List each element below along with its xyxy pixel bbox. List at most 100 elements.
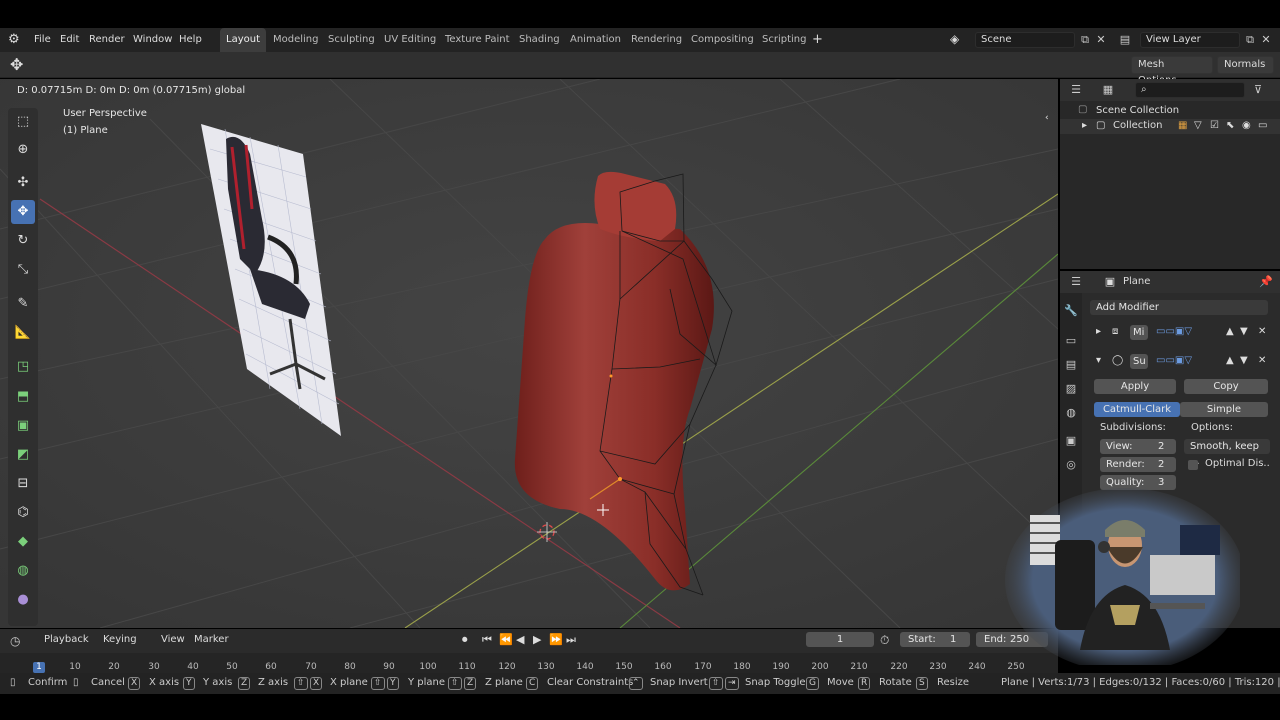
apply-button[interactable]: Apply: [1094, 379, 1176, 394]
camera-icon[interactable]: ▭: [1258, 120, 1267, 131]
loopcut-icon[interactable]: ⊟: [11, 472, 35, 496]
rewind-icon[interactable]: ⏪: [499, 633, 513, 646]
menu-window[interactable]: Window: [133, 34, 172, 45]
object-props-icon[interactable]: ▣: [1063, 433, 1079, 449]
scale-icon[interactable]: ⤡: [11, 258, 35, 282]
menu-render[interactable]: Render: [89, 34, 125, 45]
tab-texture-paint[interactable]: Texture Paint: [439, 28, 516, 52]
move-tool-icon[interactable]: ✥: [10, 55, 23, 74]
add-cube-icon[interactable]: ◳: [11, 355, 35, 379]
stopwatch-icon[interactable]: ⏱: [880, 633, 889, 648]
spin-icon[interactable]: ◍: [11, 559, 35, 583]
simple-button[interactable]: Simple: [1180, 402, 1268, 417]
select-arrow-icon[interactable]: ⬉: [1226, 120, 1234, 131]
3d-viewport[interactable]: D: 0.07715m D: 0m D: 0m (0.07715m) globa…: [0, 79, 1058, 628]
poly-build-icon[interactable]: ◆: [11, 530, 35, 554]
eye-icon[interactable]: ◉: [1242, 120, 1251, 131]
jump-end-icon[interactable]: ⏭: [566, 633, 576, 647]
pin-icon[interactable]: 📌: [1258, 274, 1274, 290]
jump-start-icon[interactable]: ⏮: [482, 633, 492, 647]
close-icon[interactable]: ✕: [1258, 355, 1266, 366]
tab-layout[interactable]: Layout: [220, 28, 266, 52]
view-layer-props-icon[interactable]: ▨: [1063, 381, 1079, 397]
outliner-search-input[interactable]: ⌕: [1135, 82, 1245, 98]
collapse-arrow-icon[interactable]: ▾: [1096, 355, 1101, 366]
move-icon[interactable]: ✣: [11, 171, 35, 195]
tab-modeling[interactable]: Modeling: [267, 28, 325, 52]
optimal-display-checkbox[interactable]: [1188, 460, 1198, 470]
scene-field[interactable]: Scene: [975, 32, 1075, 48]
new-view-layer-icon[interactable]: ⧉: [1242, 32, 1258, 48]
play-icon[interactable]: ▶: [533, 633, 541, 646]
knife-icon[interactable]: ⌬: [11, 501, 35, 525]
tab-shading[interactable]: Shading: [513, 28, 566, 52]
exclude-checkbox-icon[interactable]: ☑: [1210, 120, 1219, 131]
measure-icon[interactable]: 📐: [11, 321, 35, 345]
selected-vertex[interactable]: [618, 477, 622, 481]
start-frame-field[interactable]: Start: 1: [900, 632, 970, 647]
add-modifier-dropdown[interactable]: Add Modifier: [1090, 300, 1268, 315]
tab-sculpting[interactable]: Sculpting: [322, 28, 381, 52]
select-box-icon[interactable]: ⬚: [11, 110, 35, 134]
wrench-icon[interactable]: 🔧: [1063, 303, 1079, 319]
uv-smooth-dropdown[interactable]: Smooth, keep ...: [1184, 439, 1270, 467]
copy-button[interactable]: Copy: [1184, 379, 1268, 394]
normals-dropdown[interactable]: Normals ⌄: [1217, 56, 1274, 86]
current-frame-field[interactable]: 1: [806, 632, 874, 647]
collection-row[interactable]: ▸ ▢ Collection ▦ ▽ ☑ ⬉ ◉ ▭: [1060, 119, 1280, 134]
record-icon[interactable]: ⏺: [462, 633, 468, 647]
menu-help[interactable]: Help: [179, 34, 202, 45]
move-down-icon[interactable]: ▼: [1240, 326, 1248, 337]
physics-props-icon[interactable]: ◎: [1063, 457, 1079, 473]
fast-forward-icon[interactable]: ⏩: [549, 633, 563, 646]
bevel-icon[interactable]: ◩: [11, 443, 35, 467]
move-down-icon[interactable]: ▼: [1240, 355, 1248, 366]
move-up-icon[interactable]: ▲: [1226, 326, 1234, 337]
blender-logo-icon[interactable]: ⚙: [8, 32, 20, 47]
modifier2-visibility-icons[interactable]: ▭▭▣▽: [1156, 355, 1192, 366]
modifier1-name-field[interactable]: Mi: [1130, 325, 1148, 340]
render-levels-field[interactable]: Render: 2: [1100, 457, 1176, 472]
menu-file[interactable]: File: [34, 34, 51, 45]
scene-collection-label[interactable]: Scene Collection: [1096, 105, 1179, 116]
editor-type-icon[interactable]: ☰: [1068, 82, 1084, 98]
scene-icon[interactable]: ◈: [950, 32, 959, 46]
world-props-icon[interactable]: ◍: [1063, 405, 1079, 421]
playhead[interactable]: 1: [33, 662, 45, 673]
keying-menu[interactable]: Keying: [103, 634, 137, 645]
playback-menu[interactable]: Playback: [44, 634, 89, 645]
add-workspace-icon[interactable]: +: [812, 32, 823, 47]
catmull-clark-button[interactable]: Catmull-Clark: [1094, 402, 1180, 417]
expand-arrow-icon[interactable]: ▸: [1082, 120, 1087, 131]
collection-label[interactable]: Collection: [1113, 120, 1162, 131]
smooth-icon[interactable]: ●: [11, 588, 35, 612]
move-up-icon[interactable]: ▲: [1226, 355, 1234, 366]
move-icon[interactable]: ✥: [11, 200, 35, 224]
play-reverse-icon[interactable]: ◀: [516, 633, 524, 646]
tab-animation[interactable]: Animation: [564, 28, 627, 52]
delete-view-layer-icon[interactable]: ✕: [1258, 32, 1274, 48]
expand-arrow-icon[interactable]: ▸: [1096, 326, 1101, 337]
editor-type-icon[interactable]: ☰: [1068, 274, 1084, 290]
extrude-icon[interactable]: ⬒: [11, 385, 35, 409]
tab-scripting[interactable]: Scripting: [756, 28, 812, 52]
view-levels-field[interactable]: View: 2: [1100, 439, 1176, 454]
view-layer-icon[interactable]: ▤: [1117, 32, 1133, 48]
menu-edit[interactable]: Edit: [60, 34, 79, 45]
modifier2-name-field[interactable]: Su: [1130, 354, 1148, 369]
mesh-options-dropdown[interactable]: Mesh Options ⌄: [1131, 56, 1213, 86]
display-mode-icon[interactable]: ▦: [1100, 82, 1116, 98]
tab-uv-editing[interactable]: UV Editing: [378, 28, 442, 52]
annotate-icon[interactable]: ✎: [11, 292, 35, 316]
inset-icon[interactable]: ▣: [11, 414, 35, 438]
timeline-editor-icon[interactable]: ◷: [10, 634, 20, 648]
modifier1-visibility-icons[interactable]: ▭▭▣▽: [1156, 326, 1192, 337]
view-layer-field[interactable]: View Layer: [1140, 32, 1240, 48]
cursor-icon[interactable]: ⊕: [11, 138, 35, 162]
view-menu[interactable]: View: [161, 634, 185, 645]
render-props-icon[interactable]: ▭: [1063, 333, 1079, 349]
tab-rendering[interactable]: Rendering: [625, 28, 688, 52]
marker-menu[interactable]: Marker: [194, 634, 229, 645]
delete-scene-icon[interactable]: ✕: [1093, 32, 1109, 48]
sidebar-toggle-icon[interactable]: ‹: [1045, 113, 1049, 123]
